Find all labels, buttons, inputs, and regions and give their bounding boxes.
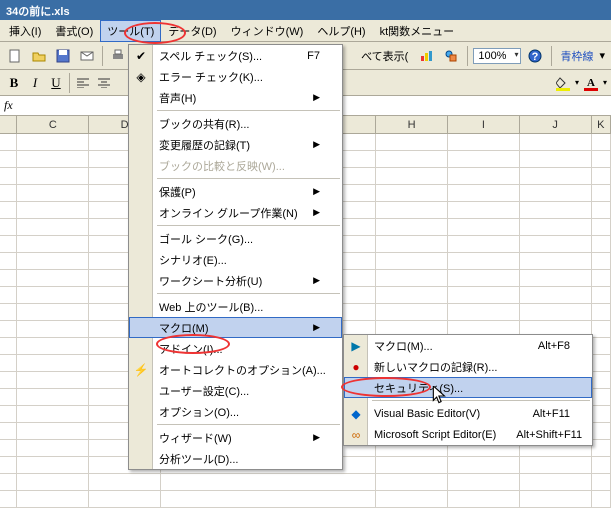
save-icon[interactable] <box>52 45 74 67</box>
menu-customize[interactable]: ユーザー設定(C)... <box>129 380 342 401</box>
window-title: 34の前に.xls <box>6 6 70 18</box>
lineframe-button[interactable]: 青枠線 <box>557 48 596 64</box>
chart-icon[interactable] <box>415 45 437 67</box>
menu-tools[interactable]: ツール(T) <box>100 20 161 42</box>
play-icon: ▶ <box>347 337 365 355</box>
col-header[interactable]: H <box>376 116 448 133</box>
col-header[interactable]: K <box>592 116 611 133</box>
col-header[interactable]: I <box>448 116 520 133</box>
col-header[interactable]: C <box>17 116 89 133</box>
drawing-icon[interactable] <box>440 45 462 67</box>
autocorrect-icon: ⚡ <box>132 361 150 379</box>
menu-analysis[interactable]: 分析ツール(D)... <box>129 448 342 469</box>
menu-addin[interactable]: アドイン(I)... <box>129 338 342 359</box>
menu-scenario[interactable]: シナリオ(E)... <box>129 249 342 270</box>
font-color-button[interactable]: A <box>580 72 602 94</box>
menu-autocorrect[interactable]: ⚡ オートコレクトのオプション(A)... <box>129 359 342 380</box>
menu-speech[interactable]: 音声(H)▶ <box>129 87 342 108</box>
spellcheck-icon: ✔ <box>132 47 150 65</box>
align-center-button[interactable] <box>94 73 114 93</box>
mse-icon: ∞ <box>347 426 365 444</box>
menu-options[interactable]: オプション(O)... <box>129 401 342 422</box>
menu-insert[interactable]: 挿入(I) <box>2 20 48 42</box>
menu-track[interactable]: 変更履歴の記録(T)▶ <box>129 134 342 155</box>
tools-dropdown: ✔ スペル チェック(S)...F7 ◈ エラー チェック(K)... 音声(H… <box>128 44 343 470</box>
menu-protect[interactable]: 保護(P)▶ <box>129 181 342 202</box>
underline-button[interactable]: U <box>46 73 66 93</box>
menu-collab[interactable]: オンライン グループ作業(N)▶ <box>129 202 342 223</box>
title-bar: 34の前に.xls <box>0 0 611 20</box>
italic-button[interactable]: I <box>25 73 45 93</box>
submenu-mse[interactable]: ∞ Microsoft Script Editor(E)Alt+Shift+F1… <box>344 424 592 445</box>
menu-format[interactable]: 書式(O) <box>48 20 100 42</box>
record-icon: ● <box>347 358 365 376</box>
col-header[interactable]: J <box>520 116 592 133</box>
menu-kt[interactable]: kt関数メニュー <box>373 20 462 42</box>
fill-color-button[interactable] <box>552 72 574 94</box>
align-left-button[interactable] <box>73 73 93 93</box>
submenu-macros[interactable]: ▶ マクロ(M)...Alt+F8 <box>344 335 592 356</box>
menu-errorcheck[interactable]: ◈ エラー チェック(K)... <box>129 66 342 87</box>
showall-label: べて表示( <box>357 48 412 64</box>
submenu-vbe[interactable]: ◆ Visual Basic Editor(V)Alt+F11 <box>344 403 592 424</box>
menu-macro[interactable]: マクロ(M)▶ <box>129 317 342 338</box>
print-icon[interactable] <box>107 45 129 67</box>
macro-submenu: ▶ マクロ(M)...Alt+F8 ● 新しいマクロの記録(R)... セキュリ… <box>343 334 593 446</box>
menu-compare: ブックの比較と反映(W)... <box>129 155 342 176</box>
menu-wsanalysis[interactable]: ワークシート分析(U)▶ <box>129 270 342 291</box>
submenu-record[interactable]: ● 新しいマクロの記録(R)... <box>344 356 592 377</box>
menu-webtools[interactable]: Web 上のツール(B)... <box>129 296 342 317</box>
menu-spellcheck[interactable]: ✔ スペル チェック(S)...F7 <box>129 45 342 66</box>
menu-window[interactable]: ウィンドウ(W) <box>224 20 311 42</box>
menu-wizard[interactable]: ウィザード(W)▶ <box>129 427 342 448</box>
errorcheck-icon: ◈ <box>132 68 150 86</box>
open-icon[interactable] <box>28 45 50 67</box>
menu-data[interactable]: データ(D) <box>161 20 223 42</box>
menu-goalseek[interactable]: ゴール シーク(G)... <box>129 228 342 249</box>
bold-button[interactable]: B <box>4 73 24 93</box>
zoom-combo[interactable]: 100% <box>473 48 521 64</box>
vbe-icon: ◆ <box>347 405 365 423</box>
help-icon[interactable]: ? <box>524 45 546 67</box>
fx-label: fx <box>4 98 13 113</box>
submenu-security[interactable]: セキュリティ(S)... <box>344 377 592 398</box>
menu-share[interactable]: ブックの共有(R)... <box>129 113 342 134</box>
svg-text:?: ? <box>532 51 539 63</box>
new-icon[interactable] <box>4 45 26 67</box>
mail-icon[interactable] <box>76 45 98 67</box>
menu-help[interactable]: ヘルプ(H) <box>310 20 372 42</box>
menu-bar: 挿入(I) 書式(O) ツール(T) データ(D) ウィンドウ(W) ヘルプ(H… <box>0 20 611 42</box>
